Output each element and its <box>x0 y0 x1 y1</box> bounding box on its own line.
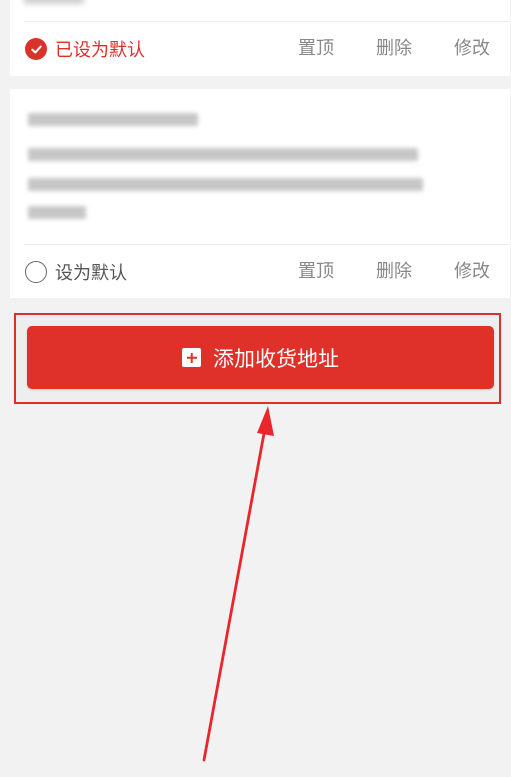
edit-button[interactable]: 修改 <box>454 37 490 61</box>
address-line-1-blurred <box>28 148 418 161</box>
add-address-highlight-box: 添加收货地址 <box>14 313 501 404</box>
address-line-2-blurred <box>28 178 423 191</box>
edit-button[interactable]: 修改 <box>454 260 490 284</box>
empty-circle-icon <box>25 261 47 283</box>
delete-button[interactable]: 删除 <box>376 260 412 284</box>
address-line-3-blurred <box>28 206 86 219</box>
set-default-toggle[interactable]: 设为默认 <box>25 260 127 284</box>
pin-to-top-button[interactable]: 置顶 <box>298 260 334 284</box>
check-circle-icon <box>25 38 47 60</box>
plus-square-icon <box>182 348 201 367</box>
add-address-label: 添加收货地址 <box>213 346 339 371</box>
address-card-2: 设为默认 置顶 删除 修改 <box>10 89 510 298</box>
address-text-partial-blurred <box>24 0 84 4</box>
set-default-label: 设为默认 <box>55 263 127 284</box>
address-action-row: 已设为默认 置顶 删除 修改 <box>10 22 510 76</box>
default-toggle-checked[interactable]: 已设为默认 <box>25 37 145 61</box>
page-left-edge <box>0 0 10 777</box>
add-address-button[interactable]: 添加收货地址 <box>27 326 494 389</box>
address-card-1: 已设为默认 置顶 删除 修改 <box>10 0 510 76</box>
address-action-row: 设为默认 置顶 删除 修改 <box>10 245 510 299</box>
pin-to-top-button[interactable]: 置顶 <box>298 37 334 61</box>
contact-name-phone-blurred <box>28 113 198 126</box>
default-status-label: 已设为默认 <box>55 40 145 61</box>
delete-button[interactable]: 删除 <box>376 37 412 61</box>
